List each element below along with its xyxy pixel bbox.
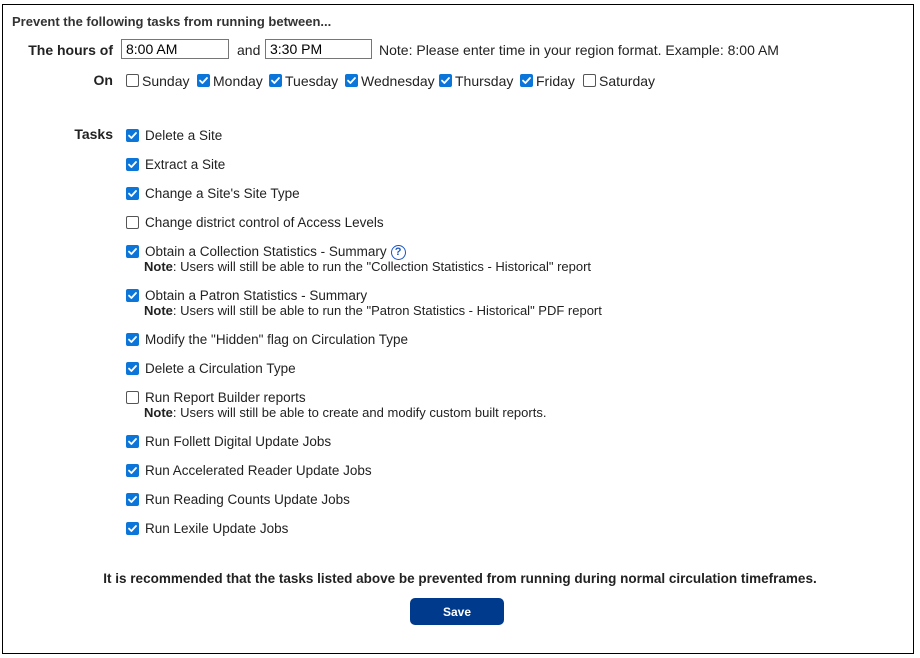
task-checkbox[interactable] [126, 464, 139, 477]
day-checkbox[interactable] [439, 74, 452, 87]
recommendation-text: It is recommended that the tasks listed … [103, 571, 817, 586]
task-label-text: Obtain a Patron Statistics - Summary [145, 288, 368, 303]
task-note: Note: Users will still be able to create… [144, 405, 546, 420]
task-label-text: Run Reading Counts Update Jobs [145, 492, 350, 507]
note-text: : Users will still be able to run the "C… [172, 259, 592, 274]
task-label-text: Extract a Site [145, 157, 226, 172]
day-label: Wednesday [361, 73, 435, 89]
section-heading: Prevent the following tasks from running… [12, 14, 332, 29]
day-checkbox[interactable] [345, 74, 358, 87]
task-checkbox[interactable] [126, 289, 139, 302]
task-label: Delete a Site [145, 128, 222, 143]
task-checkbox[interactable] [126, 435, 139, 448]
end-time-input[interactable] [265, 39, 372, 59]
task-label: Run Reading Counts Update Jobs [145, 492, 350, 507]
task-label: Run Accelerated Reader Update Jobs [145, 463, 372, 478]
panel-frame [2, 4, 914, 654]
day-checkbox[interactable] [583, 74, 596, 87]
note-prefix: Note [144, 303, 173, 318]
day-label: Tuesday [285, 73, 339, 89]
task-label-text: Change a Site's Site Type [145, 186, 300, 201]
task-label-text: Run Accelerated Reader Update Jobs [145, 463, 372, 478]
day-checkbox[interactable] [126, 74, 139, 87]
task-checkbox[interactable] [126, 362, 139, 375]
tasks-label: Tasks [74, 126, 113, 142]
task-label-text: Run Lexile Update Jobs [145, 521, 289, 536]
hours-label: The hours of [28, 42, 113, 58]
task-label: Run Follett Digital Update Jobs [145, 434, 331, 449]
task-label-text: Modify the "Hidden" flag on Circulation … [145, 332, 408, 347]
note-text: : Users will still be able to run the "P… [172, 303, 602, 318]
task-checkbox[interactable] [126, 187, 139, 200]
task-checkbox[interactable] [126, 158, 139, 171]
note-prefix: Note [144, 259, 173, 274]
day-checkbox[interactable] [197, 74, 210, 87]
day-label: Sunday [142, 73, 190, 89]
task-checkbox[interactable] [126, 245, 139, 258]
task-label: Delete a Circulation Type [145, 361, 296, 376]
start-time-input[interactable] [121, 39, 229, 59]
time-format-note: Note: Please enter time in your region f… [379, 42, 779, 58]
task-label: Obtain a Collection Statistics - Summary… [145, 244, 406, 260]
day-label: Thursday [455, 73, 514, 89]
days-label: On [93, 72, 113, 88]
task-label: Run Report Builder reports [145, 390, 306, 405]
day-label: Monday [213, 73, 263, 89]
day-label: Saturday [599, 73, 656, 89]
task-label-text: Delete a Circulation Type [145, 361, 296, 376]
task-label-text: Obtain a Collection Statistics - Summary [145, 244, 387, 259]
task-label: Obtain a Patron Statistics - Summary [145, 288, 367, 303]
note-prefix: Note [144, 405, 173, 420]
task-label: Change district control of Access Levels [145, 215, 384, 230]
save-button[interactable]: Save [410, 598, 504, 625]
task-label: Change a Site's Site Type [145, 186, 300, 201]
day-label: Friday [536, 73, 575, 89]
task-label: Modify the "Hidden" flag on Circulation … [145, 332, 408, 347]
task-checkbox[interactable] [126, 216, 139, 229]
task-checkbox[interactable] [126, 333, 139, 346]
day-checkbox[interactable] [269, 74, 282, 87]
task-label-text: Run Report Builder reports [145, 390, 306, 405]
task-checkbox[interactable] [126, 493, 139, 506]
task-label: Extract a Site [145, 157, 225, 172]
task-note: Note: Users will still be able to run th… [144, 259, 591, 274]
day-checkbox[interactable] [520, 74, 533, 87]
task-note: Note: Users will still be able to run th… [144, 303, 602, 318]
help-icon[interactable]: ? [390, 245, 406, 260]
task-label-text: Delete a Site [145, 128, 223, 143]
task-checkbox[interactable] [126, 391, 139, 404]
task-label: Run Lexile Update Jobs [145, 521, 288, 536]
note-text: : Users will still be able to create and… [172, 405, 547, 420]
task-checkbox[interactable] [126, 129, 139, 142]
task-checkbox[interactable] [126, 522, 139, 535]
task-label-text: Change district control of Access Levels [145, 215, 384, 230]
task-label-text: Run Follett Digital Update Jobs [145, 434, 332, 449]
and-label: and [237, 42, 261, 58]
